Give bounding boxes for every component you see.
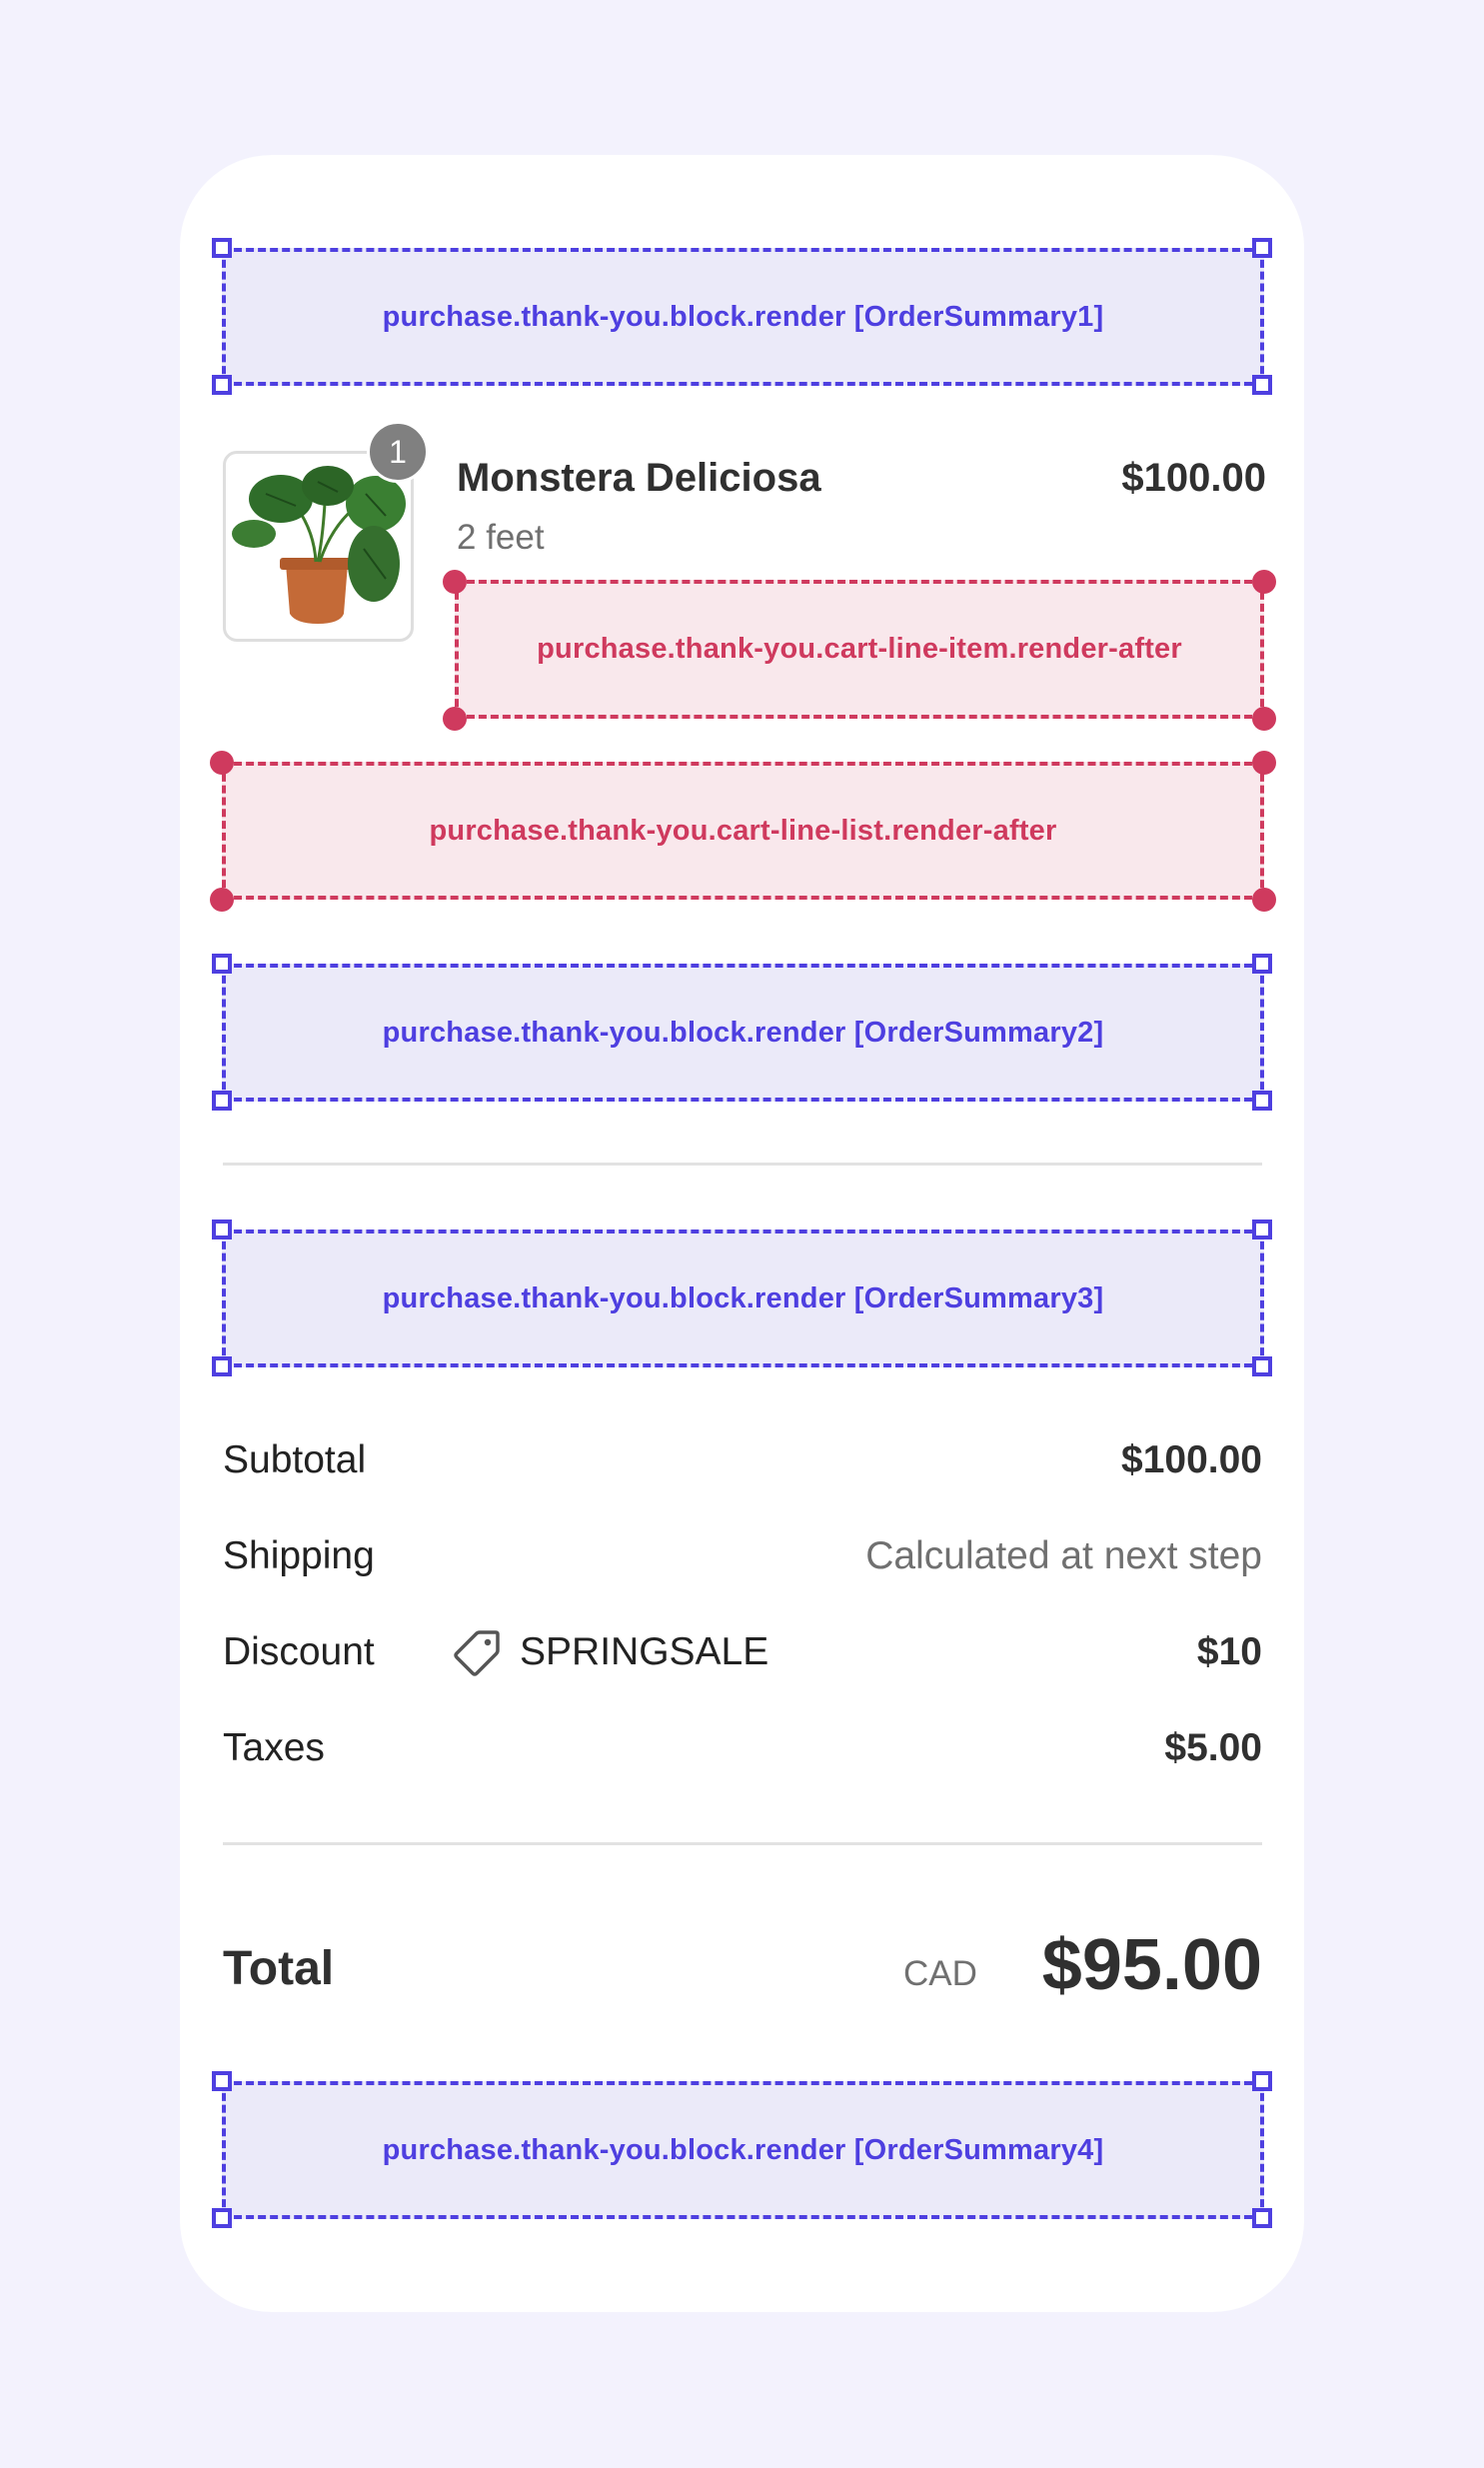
resize-handle (212, 1220, 232, 1239)
extension-target-line-list-after: purchase.thank-you.cart-line-list.render… (222, 762, 1264, 900)
shipping-label: Shipping (223, 1534, 375, 1577)
extension-target-line-item-after: purchase.thank-you.cart-line-item.render… (455, 580, 1264, 719)
resize-handle (1252, 2208, 1272, 2228)
divider (223, 1842, 1262, 1845)
tag-icon (452, 1626, 504, 1678)
shipping-value: Calculated at next step (865, 1534, 1262, 1577)
resize-handle (1252, 238, 1272, 258)
extension-target-label: purchase.thank-you.block.render [OrderSu… (382, 1016, 1104, 1049)
resize-handle (1252, 570, 1276, 594)
subtotal-value: $100.00 (1121, 1438, 1262, 1481)
resize-handle (210, 888, 234, 912)
resize-handle (212, 1091, 232, 1111)
total-amount: $95.00 (1041, 1925, 1262, 2005)
resize-handle (1252, 888, 1276, 912)
extension-target-label: purchase.thank-you.block.render [OrderSu… (382, 1281, 1104, 1314)
resize-handle (212, 2071, 232, 2091)
extension-target-label: purchase.thank-you.block.render [OrderSu… (382, 300, 1104, 333)
resize-handle (210, 751, 234, 775)
resize-handle (1252, 2071, 1272, 2091)
resize-handle (1252, 954, 1272, 974)
discount-label: Discount (223, 1630, 375, 1673)
resize-handle (1252, 1091, 1272, 1111)
divider (223, 1163, 1262, 1166)
resize-handle (1252, 1220, 1272, 1239)
total-currency: CAD (903, 1954, 977, 1993)
product-variant: 2 feet (457, 518, 545, 557)
resize-handle (1252, 375, 1272, 395)
extension-target-label: purchase.thank-you.cart-line-list.render… (429, 814, 1057, 847)
resize-handle (443, 570, 467, 594)
extension-target-label: purchase.thank-you.block.render [OrderSu… (382, 2133, 1104, 2166)
product-price: $100.00 (1121, 456, 1266, 500)
extension-target-order-summary-2: purchase.thank-you.block.render [OrderSu… (222, 964, 1264, 1102)
monstera-plant-image (232, 466, 406, 624)
discount-value: $10 (1196, 1630, 1262, 1673)
quantity-badge: 1 (367, 421, 429, 483)
discount-code: SPRINGSALE (520, 1630, 769, 1673)
resize-handle (1252, 707, 1276, 731)
resize-handle (212, 375, 232, 395)
resize-handle (212, 238, 232, 258)
product-title: Monstera Deliciosa (457, 456, 821, 500)
resize-handle (212, 2208, 232, 2228)
total-label: Total (223, 1942, 335, 1995)
extension-target-label: purchase.thank-you.cart-line-item.render… (537, 633, 1182, 665)
subtotal-label: Subtotal (223, 1438, 367, 1481)
resize-handle (212, 954, 232, 974)
extension-target-order-summary-4: purchase.thank-you.block.render [OrderSu… (222, 2081, 1264, 2219)
extension-target-order-summary-1: purchase.thank-you.block.render [OrderSu… (222, 248, 1264, 386)
resize-handle (1252, 751, 1276, 775)
taxes-value: $5.00 (1164, 1726, 1262, 1769)
resize-handle (212, 1356, 232, 1376)
resize-handle (1252, 1356, 1272, 1376)
taxes-label: Taxes (223, 1726, 325, 1769)
resize-handle (443, 707, 467, 731)
extension-target-order-summary-3: purchase.thank-you.block.render [OrderSu… (222, 1230, 1264, 1367)
